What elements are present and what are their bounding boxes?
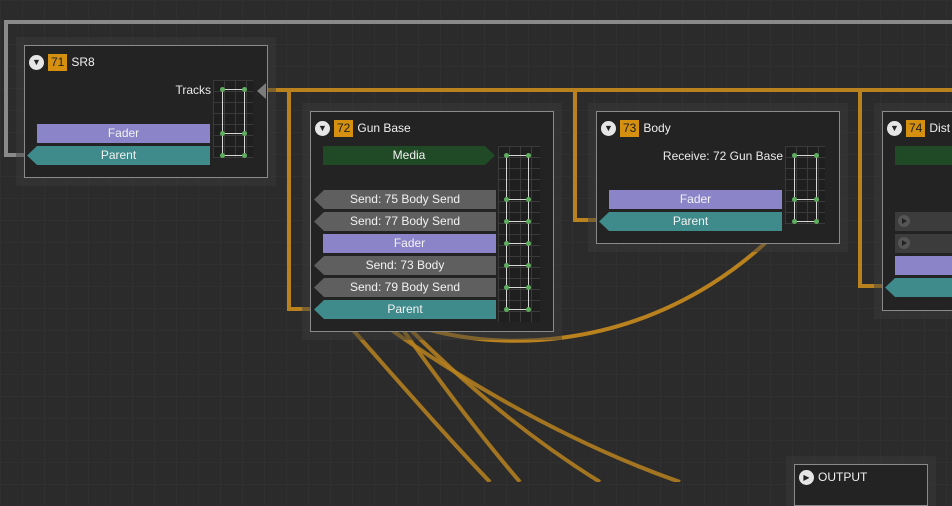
node-sr8[interactable]: ▼ 71 SR8 Tracks Fader Parent — [24, 45, 268, 178]
media-row[interactable]: Media — [323, 146, 495, 165]
routing-matrix[interactable] — [213, 80, 253, 158]
fader-row[interactable]: Fader — [323, 234, 496, 253]
node-dist[interactable]: ▼ 74 Dist — [882, 111, 952, 311]
send-row[interactable]: Send: 75 Body Send — [314, 190, 496, 209]
collapse-icon[interactable]: ▼ — [601, 120, 616, 136]
fader-row[interactable]: Fader — [609, 190, 782, 209]
receive-label: Receive: 72 Gun Base — [662, 149, 783, 163]
node-number-badge: 72 — [334, 119, 354, 137]
collapse-icon[interactable]: ▼ — [887, 120, 902, 136]
node-gun-base[interactable]: ▼ 72 Gun Base Media Send: 75 Body Send S… — [310, 111, 554, 332]
parent-row[interactable]: Parent — [314, 300, 496, 319]
node-title: SR8 — [71, 55, 95, 69]
node-title: Gun Base — [357, 121, 411, 135]
node-header: ▶ OUTPUT — [799, 467, 867, 487]
routing-matrix[interactable] — [498, 146, 540, 322]
parent-row[interactable]: Parent — [27, 146, 210, 165]
node-header: ▼ 73 Body — [601, 118, 671, 138]
media-row[interactable] — [895, 146, 952, 165]
tracks-label: Tracks — [175, 83, 211, 97]
node-header: ▼ 74 Dist — [887, 118, 950, 138]
play-icon[interactable] — [898, 237, 910, 249]
node-header: ▼ 71 SR8 — [29, 52, 95, 72]
node-header: ▼ 72 Gun Base — [315, 118, 411, 138]
output-connector-icon[interactable] — [257, 83, 266, 99]
node-number-badge: 74 — [906, 119, 926, 137]
send-row[interactable]: Send: 73 Body — [314, 256, 496, 275]
node-body[interactable]: ▼ 73 Body Receive: 72 Gun Base Fader Par… — [596, 111, 840, 244]
send-row[interactable]: Send: 77 Body Send — [314, 212, 496, 231]
collapse-icon[interactable]: ▼ — [29, 54, 44, 70]
node-output[interactable]: ▶ OUTPUT — [794, 464, 928, 506]
fader-row[interactable] — [895, 256, 952, 275]
parent-row[interactable] — [885, 278, 952, 297]
parent-row[interactable]: Parent — [599, 212, 782, 231]
collapse-icon[interactable]: ▼ — [315, 120, 330, 136]
node-title: Dist — [929, 121, 951, 135]
fader-row[interactable]: Fader — [37, 124, 210, 143]
send-row[interactable]: Send: 79 Body Send — [314, 278, 496, 297]
node-title: Body — [643, 121, 671, 135]
routing-matrix[interactable] — [785, 146, 825, 224]
play-icon[interactable] — [898, 215, 910, 227]
play-icon[interactable]: ▶ — [799, 469, 814, 485]
node-number-badge: 71 — [48, 53, 68, 71]
node-number-badge: 73 — [620, 119, 640, 137]
